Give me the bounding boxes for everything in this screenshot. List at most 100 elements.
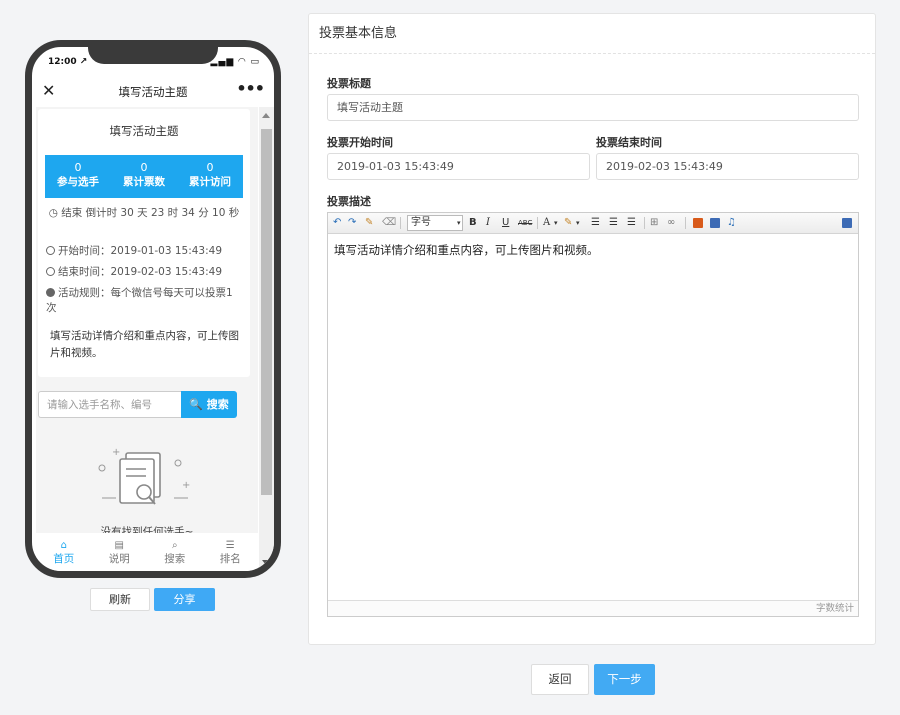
tab-ranking[interactable]: ☰ 排名 — [203, 533, 259, 571]
strikethrough-button[interactable]: ABC — [518, 216, 532, 230]
scroll-thumb[interactable] — [261, 129, 272, 495]
phone-tab-bar: ⌂ 首页 ▤ 说明 ⌕ 搜索 ☰ 排名 — [36, 533, 259, 571]
info-icon — [46, 288, 55, 297]
link-icon[interactable]: ∞ — [667, 216, 675, 230]
refresh-button[interactable]: 刷新 — [90, 588, 150, 611]
back-button[interactable]: 返回 — [531, 664, 589, 695]
empty-state-text: 没有找到任何选手~ — [100, 526, 194, 533]
countdown-text: ◷ 结束 倒计时 30 天 23 时 34 分 10 秒 — [48, 207, 240, 219]
stat-votes: 0 累计票数 — [111, 155, 177, 198]
italic-button[interactable]: I — [486, 216, 490, 230]
player-search: 🔍 搜索 — [38, 391, 250, 418]
tab-search[interactable]: ⌕ 搜索 — [147, 533, 203, 571]
share-button[interactable]: 分享 — [154, 588, 215, 611]
phone-preview: 12:00 ↗ ▂▄▆ ◠ ▭ ✕ 填写活动主题 ••• 填写活动主题 0 参与… — [25, 40, 281, 578]
align-right-icon[interactable]: ☰ — [627, 216, 636, 230]
tab-label: 排名 — [219, 553, 241, 565]
image-icon[interactable] — [693, 218, 703, 228]
clock-icon — [46, 246, 55, 255]
list-icon: ☰ — [225, 540, 235, 551]
player-search-input[interactable] — [38, 391, 181, 418]
activity-description: 填写活动详情介绍和重点内容，可上传图片和视频。 — [50, 330, 239, 359]
phone-screen[interactable]: 填写活动主题 0 参与选手 0 累计票数 0 累计访问 ◷ 结束 倒计时 30 … — [36, 107, 258, 533]
chevron-down-icon[interactable]: ▾ — [457, 216, 461, 230]
svg-text:+: + — [112, 447, 120, 458]
chevron-down-icon[interactable]: ▾ — [576, 216, 580, 230]
font-size-label: 字号 — [411, 217, 431, 228]
clock-icon — [46, 267, 55, 276]
start-time-line: 开始时间：2019-01-03 15:43:49 — [46, 241, 242, 262]
stat-players: 0 参与选手 — [45, 155, 111, 198]
stats-bar: 0 参与选手 0 累计票数 0 累计访问 — [45, 155, 243, 198]
font-color-button[interactable]: A — [543, 216, 550, 230]
chevron-down-icon[interactable]: ▾ — [554, 216, 558, 230]
toolbar-separator — [644, 217, 645, 229]
editor-toolbar: ↶ ↷ ✎ ⌫ 字号 ▾ B I U ABC A ▾ ✎ ▾ ☰ ☰ ☰ ⊞ ∞… — [328, 213, 858, 234]
scroll-down-icon[interactable] — [262, 560, 270, 565]
table-icon[interactable]: ⊞ — [650, 216, 658, 230]
svg-text:+: + — [182, 480, 190, 491]
video-icon[interactable] — [710, 218, 720, 228]
highlight-icon[interactable]: ✎ — [564, 216, 572, 230]
rules-line: 活动规则：每个微信号每天可以投票1次 — [46, 283, 242, 316]
tab-label: 说明 — [108, 553, 130, 565]
status-bar: 12:00 ↗ ▂▄▆ ◠ ▭ — [32, 55, 274, 69]
tab-description[interactable]: ▤ 说明 — [92, 533, 148, 571]
editor-content[interactable]: 填写活动详情介绍和重点内容，可上传图片和视频。 — [328, 234, 858, 266]
end-time-label: 投票结束时间 — [596, 136, 662, 149]
tab-home[interactable]: ⌂ 首页 — [36, 533, 92, 571]
music-icon[interactable]: ♫ — [727, 216, 736, 230]
stat-value: 0 — [140, 161, 148, 174]
status-time: 12:00 ↗ — [48, 57, 88, 67]
underline-button[interactable]: U — [502, 216, 509, 230]
signal-wifi-battery-icon: ▂▄▆ ◠ ▭ — [210, 57, 260, 67]
vote-info-panel: 投票基本信息 投票标题 填写活动主题 投票开始时间 2019-01-03 15:… — [308, 13, 876, 645]
word-count: 字数统计 — [328, 600, 858, 616]
next-button[interactable]: 下一步 — [594, 664, 655, 695]
toolbar-separator — [685, 217, 686, 229]
search-button[interactable]: 🔍 搜索 — [181, 391, 237, 418]
rich-text-editor: ↶ ↷ ✎ ⌫ 字号 ▾ B I U ABC A ▾ ✎ ▾ ☰ ☰ ☰ ⊞ ∞… — [327, 212, 859, 617]
toolbar-separator — [537, 217, 538, 229]
description-label: 投票描述 — [327, 195, 371, 208]
stat-value: 0 — [206, 161, 214, 174]
stat-value: 0 — [74, 161, 82, 174]
end-time-text: 结束时间：2019-02-03 15:43:49 — [58, 266, 223, 278]
end-time-line: 结束时间：2019-02-03 15:43:49 — [46, 262, 242, 283]
rules-text: 活动规则：每个微信号每天可以投票1次 — [46, 287, 233, 314]
tab-label: 首页 — [53, 553, 75, 565]
phone-scrollbar[interactable] — [259, 107, 274, 571]
end-time-input[interactable]: 2019-02-03 15:43:49 — [596, 153, 859, 180]
panel-title: 投票基本信息 — [309, 14, 875, 54]
toolbar-separator — [400, 217, 401, 229]
stat-label: 参与选手 — [57, 176, 99, 188]
redo-icon[interactable]: ↷ — [348, 216, 356, 230]
tab-label: 搜索 — [164, 553, 186, 565]
more-icon[interactable]: ••• — [236, 79, 265, 98]
info-card: 开始时间：2019-01-03 15:43:49 结束时间：2019-02-03… — [38, 235, 250, 377]
fullscreen-icon[interactable] — [842, 218, 852, 228]
stat-visits: 0 累计访问 — [177, 155, 243, 198]
align-center-icon[interactable]: ☰ — [609, 216, 618, 230]
start-time-text: 开始时间：2019-01-03 15:43:49 — [58, 245, 223, 257]
stat-label: 累计访问 — [189, 176, 231, 188]
empty-state-illustration-icon: + + — [98, 447, 190, 505]
title-label: 投票标题 — [327, 77, 371, 90]
title-input[interactable]: 填写活动主题 — [327, 94, 859, 121]
font-size-select[interactable]: 字号 — [407, 215, 463, 231]
stat-label: 累计票数 — [123, 176, 165, 188]
activity-title: 填写活动主题 — [109, 124, 179, 138]
eraser-icon[interactable]: ⌫ — [382, 216, 396, 230]
search-icon: ⌕ — [171, 540, 178, 551]
home-icon: ⌂ — [60, 540, 67, 551]
format-brush-icon[interactable]: ✎ — [365, 216, 373, 230]
bold-button[interactable]: B — [469, 216, 477, 230]
align-left-icon[interactable]: ☰ — [591, 216, 600, 230]
start-time-input[interactable]: 2019-01-03 15:43:49 — [327, 153, 590, 180]
phone-nav-bar: ✕ 填写活动主题 ••• — [32, 77, 274, 107]
phone-actions: 刷新 分享 — [90, 588, 216, 611]
scroll-up-icon[interactable] — [262, 113, 270, 118]
start-time-label: 投票开始时间 — [327, 136, 393, 149]
undo-icon[interactable]: ↶ — [333, 216, 341, 230]
document-icon: ▤ — [114, 540, 124, 551]
